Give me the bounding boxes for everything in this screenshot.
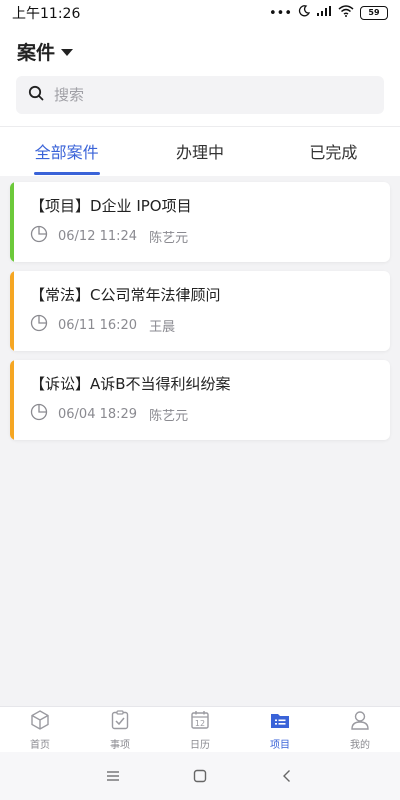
person-icon [349, 709, 371, 734]
case-title: 【项目】D企业 IPO项目 [30, 197, 192, 215]
case-owner: 陈艺元 [149, 408, 189, 424]
pie-chart-icon [30, 403, 48, 425]
page-title: 案件 [17, 42, 56, 64]
square-icon [193, 769, 207, 783]
case-time: 06/12 11:24 [58, 228, 138, 244]
more-dots-icon: ••• [268, 5, 292, 21]
header-area: 案件 全部案件 办理中 已完成 [0, 26, 400, 176]
nav-profile-label: 我的 [350, 740, 370, 751]
status-icons: ••• 59 [269, 5, 388, 21]
case-owner: 王晨 [149, 319, 176, 335]
case-filter-dropdown[interactable]: 案件 [17, 38, 74, 65]
case-card[interactable]: 【项目】D企业 IPO项目 06/12 11:24 陈艺元 [10, 182, 390, 262]
status-accent-bar [10, 271, 14, 351]
moon-icon [298, 5, 311, 21]
nav-calendar-label: 日历 [190, 740, 210, 751]
caret-down-icon [61, 49, 74, 56]
tab-completed[interactable]: 已完成 [267, 127, 400, 175]
nav-projects-label: 项目 [270, 740, 290, 751]
pie-chart-icon [30, 314, 48, 336]
nav-calendar[interactable]: 12 日历 [160, 707, 240, 753]
home-icon [29, 709, 51, 734]
case-owner: 陈艺元 [149, 230, 189, 246]
case-meta: 06/04 18:29 陈艺元 [30, 403, 188, 425]
nav-home-label: 首页 [30, 740, 50, 751]
nav-profile[interactable]: 我的 [320, 707, 400, 753]
pie-chart-icon [30, 225, 48, 247]
case-title: 【常法】C公司常年法律顾问 [30, 286, 221, 304]
search-icon [28, 85, 44, 105]
system-nav-bar [0, 752, 400, 800]
status-time: 上午11:26 [12, 6, 81, 22]
status-bar: 上午11:26 ••• 59 [0, 0, 400, 26]
case-title: 【诉讼】A诉B不当得利纠纷案 [30, 375, 231, 393]
case-tabs: 全部案件 办理中 已完成 [0, 126, 400, 175]
status-accent-bar [10, 360, 14, 440]
calendar-icon: 12 [189, 709, 211, 734]
case-time: 06/04 18:29 [58, 406, 138, 422]
back-button[interactable] [272, 761, 302, 791]
search-box[interactable] [16, 76, 384, 114]
case-time: 06/11 16:20 [58, 317, 138, 333]
folder-icon [269, 709, 291, 734]
search-input[interactable] [52, 85, 356, 105]
wifi-icon [338, 5, 354, 21]
battery-icon: 59 [360, 6, 388, 20]
status-accent-bar [10, 182, 14, 262]
menu-icon [107, 771, 120, 781]
tab-in-progress[interactable]: 办理中 [133, 127, 266, 175]
menu-button[interactable] [98, 761, 128, 791]
nav-tasks-label: 事项 [110, 740, 130, 751]
case-card[interactable]: 【常法】C公司常年法律顾问 06/11 16:20 王晨 [10, 271, 390, 351]
bottom-nav: 首页 事项 12 日历 项目 我的 [0, 706, 400, 753]
case-card[interactable]: 【诉讼】A诉B不当得利纠纷案 06/04 18:29 陈艺元 [10, 360, 390, 440]
clipboard-check-icon [109, 709, 131, 734]
calendar-day: 12 [195, 719, 205, 728]
nav-home[interactable]: 首页 [0, 707, 80, 753]
nav-tasks[interactable]: 事项 [80, 707, 160, 753]
case-meta: 06/11 16:20 王晨 [30, 314, 175, 336]
chevron-left-icon [282, 770, 290, 782]
case-list: 【项目】D企业 IPO项目 06/12 11:24 陈艺元 【常法】C公司常年法… [10, 182, 390, 449]
case-meta: 06/12 11:24 陈艺元 [30, 225, 188, 247]
tab-all-cases[interactable]: 全部案件 [0, 127, 133, 175]
home-button[interactable] [185, 761, 215, 791]
signal-icon [316, 5, 332, 21]
nav-projects[interactable]: 项目 [240, 707, 320, 753]
